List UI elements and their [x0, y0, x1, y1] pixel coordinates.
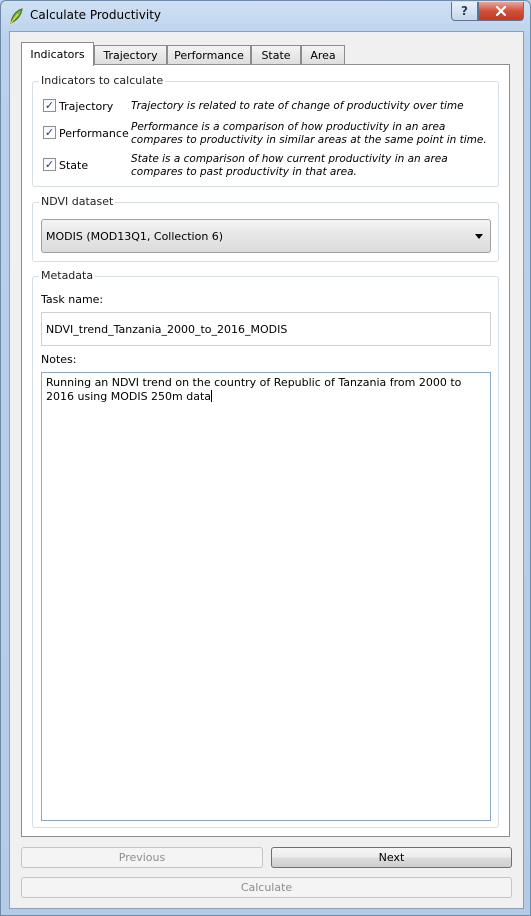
notes-label: Notes:	[41, 353, 77, 366]
dialog-body: Indicators Trajectory Performance State …	[9, 31, 524, 909]
performance-description: Performance is a comparison of how produ…	[131, 121, 487, 146]
notes-textarea[interactable]: Running an NDVI trend on the country of …	[41, 372, 491, 821]
group-title: NDVI dataset	[39, 195, 116, 208]
next-button[interactable]: Next	[271, 847, 512, 868]
calculate-button[interactable]: Calculate	[21, 877, 512, 898]
performance-label[interactable]: Performance	[59, 127, 129, 140]
dialog-window: Calculate Productivity ? Indicators Traj…	[0, 0, 531, 916]
tab-indicators[interactable]: Indicators	[21, 42, 94, 66]
trajectory-checkbox[interactable]: ✓	[43, 99, 56, 112]
tab-label: Area	[310, 49, 336, 62]
calculate-button-label: Calculate	[240, 881, 293, 894]
task-name-input[interactable]: NDVI_trend_Tanzania_2000_to_2016_MODIS	[41, 312, 491, 346]
text-cursor	[211, 390, 213, 402]
tab-label: State	[261, 49, 291, 62]
window-title: Calculate Productivity	[30, 8, 161, 22]
group-title: Indicators to calculate	[39, 74, 166, 87]
title-bar[interactable]: Calculate Productivity ?	[1, 1, 530, 31]
trajectory-label[interactable]: Trajectory	[59, 100, 113, 113]
close-icon	[496, 6, 506, 16]
tab-performance[interactable]: Performance	[167, 45, 251, 65]
tab-label: Performance	[174, 49, 244, 62]
state-label[interactable]: State	[59, 159, 88, 172]
next-button-label: Next	[378, 851, 405, 864]
metadata-group: Metadata Task name: NDVI_trend_Tanzania_…	[32, 269, 499, 828]
performance-checkbox[interactable]: ✓	[43, 126, 56, 139]
previous-button-label: Previous	[118, 851, 166, 864]
group-title: Metadata	[39, 269, 96, 282]
previous-button[interactable]: Previous	[21, 847, 263, 868]
task-name-label: Task name:	[41, 293, 104, 306]
indicators-group: Indicators to calculate ✓ Trajectory Tra…	[32, 74, 499, 187]
state-description: State is a comparison of how current pro…	[131, 153, 448, 178]
ndvi-dataset-dropdown[interactable]: MODIS (MOD13Q1, Collection 6)	[41, 219, 491, 253]
tab-trajectory[interactable]: Trajectory	[94, 45, 167, 65]
state-checkbox[interactable]: ✓	[43, 158, 56, 171]
trajectory-description: Trajectory is related to rate of change …	[131, 100, 464, 112]
qgis-leaf-icon	[10, 8, 23, 24]
dropdown-selected-value: MODIS (MOD13Q1, Collection 6)	[46, 230, 224, 243]
indicators-tab-pane: Indicators to calculate ✓ Trajectory Tra…	[21, 64, 510, 837]
notes-text: Running an NDVI trend on the country of …	[46, 376, 462, 403]
help-button[interactable]: ?	[451, 2, 478, 21]
tab-state[interactable]: State	[251, 45, 301, 65]
tab-area[interactable]: Area	[301, 45, 345, 65]
tab-label: Indicators	[30, 48, 85, 61]
dropdown-arrow-icon	[475, 234, 483, 239]
close-button[interactable]	[478, 2, 524, 21]
help-icon: ?	[461, 4, 468, 18]
tab-label: Trajectory	[103, 49, 158, 62]
ndvi-dataset-group: NDVI dataset MODIS (MOD13Q1, Collection …	[32, 195, 499, 262]
